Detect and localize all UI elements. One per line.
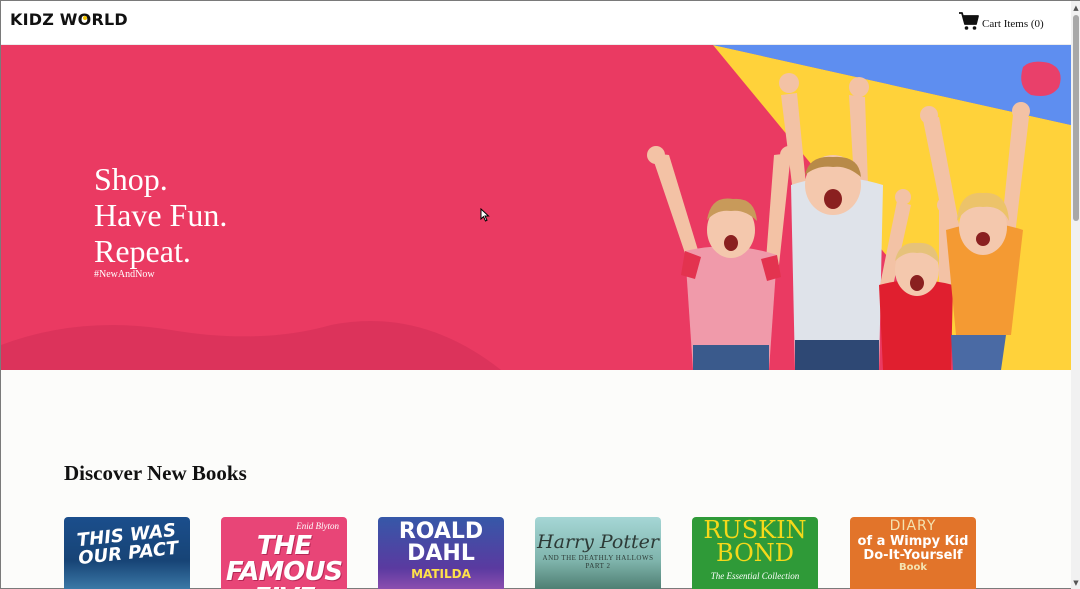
kid-red-shirt	[879, 189, 953, 370]
book-subtitle: The Essential Collection	[710, 570, 800, 581]
shopping-cart-icon	[959, 12, 979, 30]
book-title: ROALD DAHL	[398, 519, 484, 566]
kid-white-shirt	[779, 73, 883, 370]
mouse-pointer-icon	[480, 208, 490, 222]
book-card[interactable]: THIS WAS OUR PACT	[64, 517, 190, 589]
hero-headline: Shop. Have Fun. Repeat. #NewAndNow	[94, 161, 227, 280]
logo-text-start: KIDZ W	[10, 10, 78, 29]
hero-banner: Shop. Have Fun. Repeat. #NewAndNow	[1, 45, 1071, 370]
book-subtitle: MATILDA	[411, 567, 471, 581]
hero-line-3: Repeat.	[94, 233, 191, 269]
book-title: Harry Potter	[537, 531, 659, 553]
book-title: RUSKIN BOND	[703, 517, 807, 567]
book-title: THIS WAS OUR PACT	[76, 519, 180, 570]
book-subtitle: of a Wimpy Kid Do-It-Yourself	[857, 534, 969, 563]
hero-hashtag: #NewAndNow	[94, 269, 155, 280]
site-logo[interactable]: KIDZ WORLD	[10, 10, 128, 29]
cart-link[interactable]: Cart Items (0)	[958, 9, 1044, 31]
kids-cheering-image	[647, 73, 1030, 370]
scrollbar-thumb[interactable]	[1073, 15, 1079, 221]
top-navbar: KIDZ WORLD Cart Items (0)	[1, 1, 1071, 45]
book-card[interactable]: Enid Blyton THE FAMOUS FIVE	[221, 517, 347, 589]
page-scrollbar[interactable]: ▲ ▼	[1071, 1, 1080, 589]
scroll-up-arrow-icon[interactable]: ▲	[1072, 3, 1080, 13]
book-card[interactable]: ROALD DAHL MATILDA	[378, 517, 504, 589]
logo-text-end: RLD	[91, 10, 128, 29]
scroll-down-arrow-icon[interactable]: ▼	[1072, 578, 1080, 588]
book-title: DIARY	[889, 518, 937, 534]
section-title: Discover New Books	[64, 461, 247, 485]
book-subtitle-2: Book	[898, 562, 927, 574]
book-subtitle: AND THE DEATHLY HALLOWS PART 2	[542, 554, 654, 570]
logo-text-o: O	[77, 10, 92, 29]
book-card[interactable]: Harry Potter AND THE DEATHLY HALLOWS PAR…	[535, 517, 661, 589]
kid-pink-shirt	[647, 146, 798, 370]
cart-items-label: Cart Items (0)	[982, 18, 1044, 30]
book-card[interactable]: RUSKIN BOND The Essential Collection	[692, 517, 818, 589]
book-author: Enid Blyton	[296, 521, 339, 531]
hero-line-1: Shop.	[94, 161, 168, 197]
book-card[interactable]: DIARY of a Wimpy Kid Do-It-Yourself Book	[850, 517, 976, 589]
hero-line-2: Have Fun.	[94, 197, 228, 233]
